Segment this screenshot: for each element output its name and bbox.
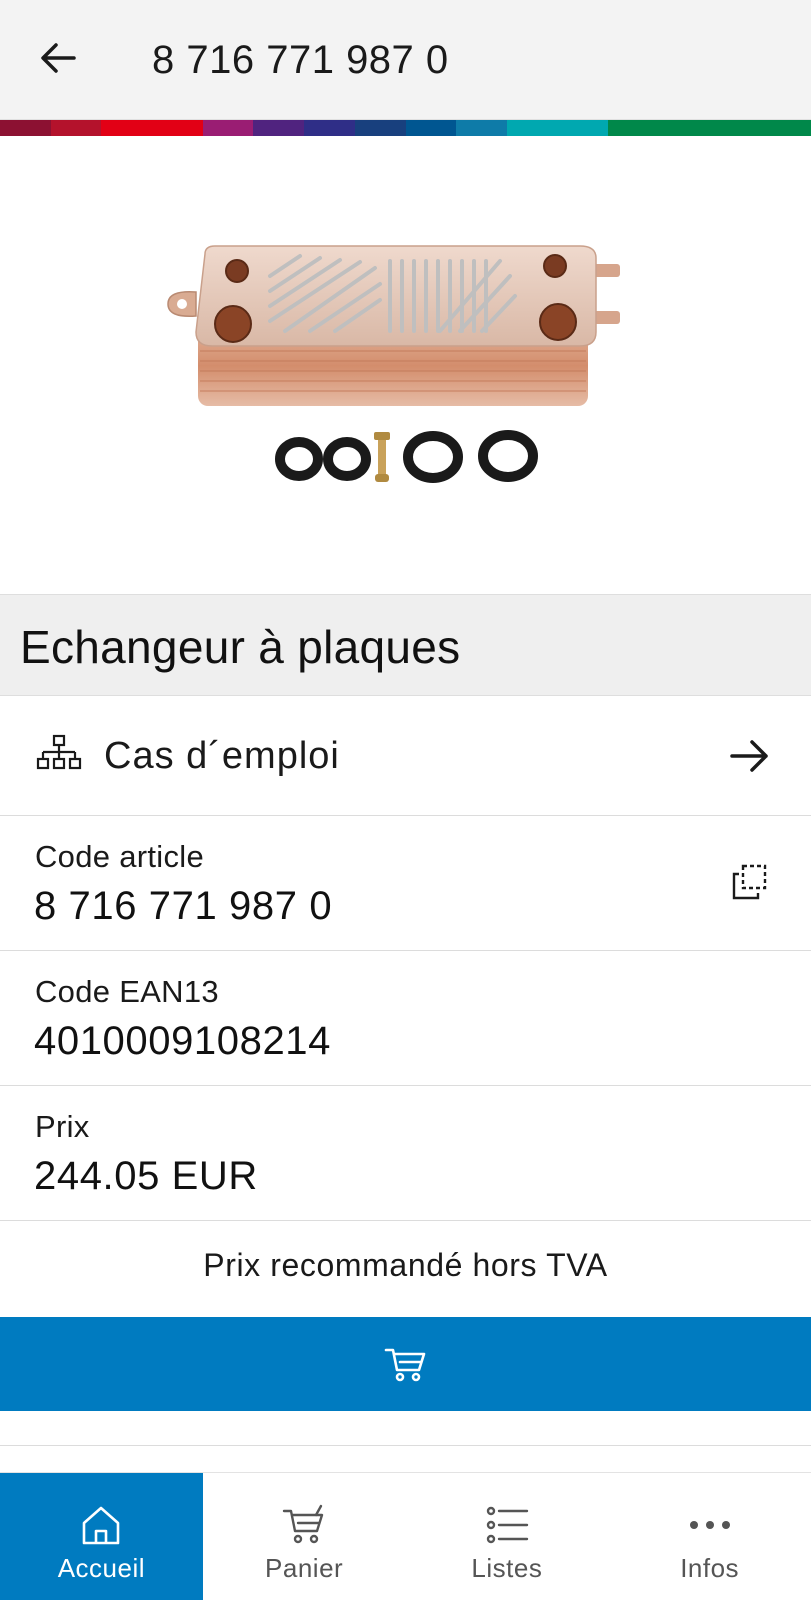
color-band-segment xyxy=(304,120,355,136)
bottom-nav: Accueil Panier Listes Infos xyxy=(0,1472,811,1600)
tab-lists[interactable]: Listes xyxy=(406,1473,609,1600)
article-code-label: Code article xyxy=(35,839,205,874)
price-row: Prix 244.05 EUR xyxy=(0,1086,811,1221)
price-value: 244.05 EUR xyxy=(34,1154,258,1198)
color-band-segment xyxy=(608,120,659,136)
tab-cart[interactable]: Panier xyxy=(203,1473,406,1600)
copy-icon[interactable] xyxy=(730,862,770,902)
ean-code-value: 4010009108214 xyxy=(34,1019,331,1063)
product-image xyxy=(0,136,811,594)
color-band-segment xyxy=(405,120,457,136)
color-band-segment xyxy=(253,120,305,136)
color-band-segment xyxy=(50,120,102,136)
color-band-segment xyxy=(101,120,153,136)
price-note-row: Prix recommandé hors TVA xyxy=(0,1221,811,1317)
color-band-segment xyxy=(760,120,811,136)
where-used-row[interactable]: Cas d´emploi xyxy=(0,696,811,816)
price-label: Prix xyxy=(35,1109,90,1144)
spacer-row xyxy=(0,1411,811,1446)
tab-info[interactable]: Infos xyxy=(608,1473,811,1600)
color-band-segment xyxy=(202,120,254,136)
more-icon xyxy=(689,1521,730,1529)
cart-icon xyxy=(384,1348,425,1382)
tab-info-label: Infos xyxy=(680,1553,740,1583)
tab-cart-label: Panier xyxy=(265,1553,344,1583)
arrow-right-icon xyxy=(730,740,768,772)
top-app-bar: 8 716 771 987 0 xyxy=(0,0,811,120)
add-to-cart-button[interactable] xyxy=(0,1317,811,1411)
tab-home[interactable]: Accueil xyxy=(0,1473,203,1600)
brand-color-band xyxy=(0,120,811,136)
hierarchy-icon xyxy=(36,734,82,770)
where-used-label: Cas d´emploi xyxy=(104,735,340,777)
price-note: Prix recommandé hors TVA xyxy=(203,1247,608,1283)
color-band-segment xyxy=(506,120,558,136)
product-name: Echangeur à plaques xyxy=(20,621,461,673)
back-button[interactable] xyxy=(30,30,86,86)
color-band-segment xyxy=(354,120,406,136)
article-code-row: Code article 8 716 771 987 0 xyxy=(0,816,811,951)
color-band-segment xyxy=(557,120,609,136)
tab-lists-label: Listes xyxy=(471,1553,543,1583)
tab-home-label: Accueil xyxy=(57,1553,146,1583)
article-code-value: 8 716 771 987 0 xyxy=(34,884,333,928)
home-icon xyxy=(83,1506,120,1545)
arrow-left-icon xyxy=(41,43,76,73)
ean-code-row: Code EAN13 4010009108214 xyxy=(0,951,811,1086)
product-name-bar: Echangeur à plaques xyxy=(0,594,811,696)
color-band-segment xyxy=(0,120,51,136)
cart-icon xyxy=(282,1504,324,1544)
color-band-segment xyxy=(658,120,710,136)
page-title: 8 716 771 987 0 xyxy=(152,38,449,82)
color-band-segment xyxy=(152,120,203,136)
list-icon xyxy=(486,1506,529,1544)
color-band-segment xyxy=(709,120,761,136)
ean-code-label: Code EAN13 xyxy=(35,974,219,1009)
color-band-segment xyxy=(456,120,507,136)
